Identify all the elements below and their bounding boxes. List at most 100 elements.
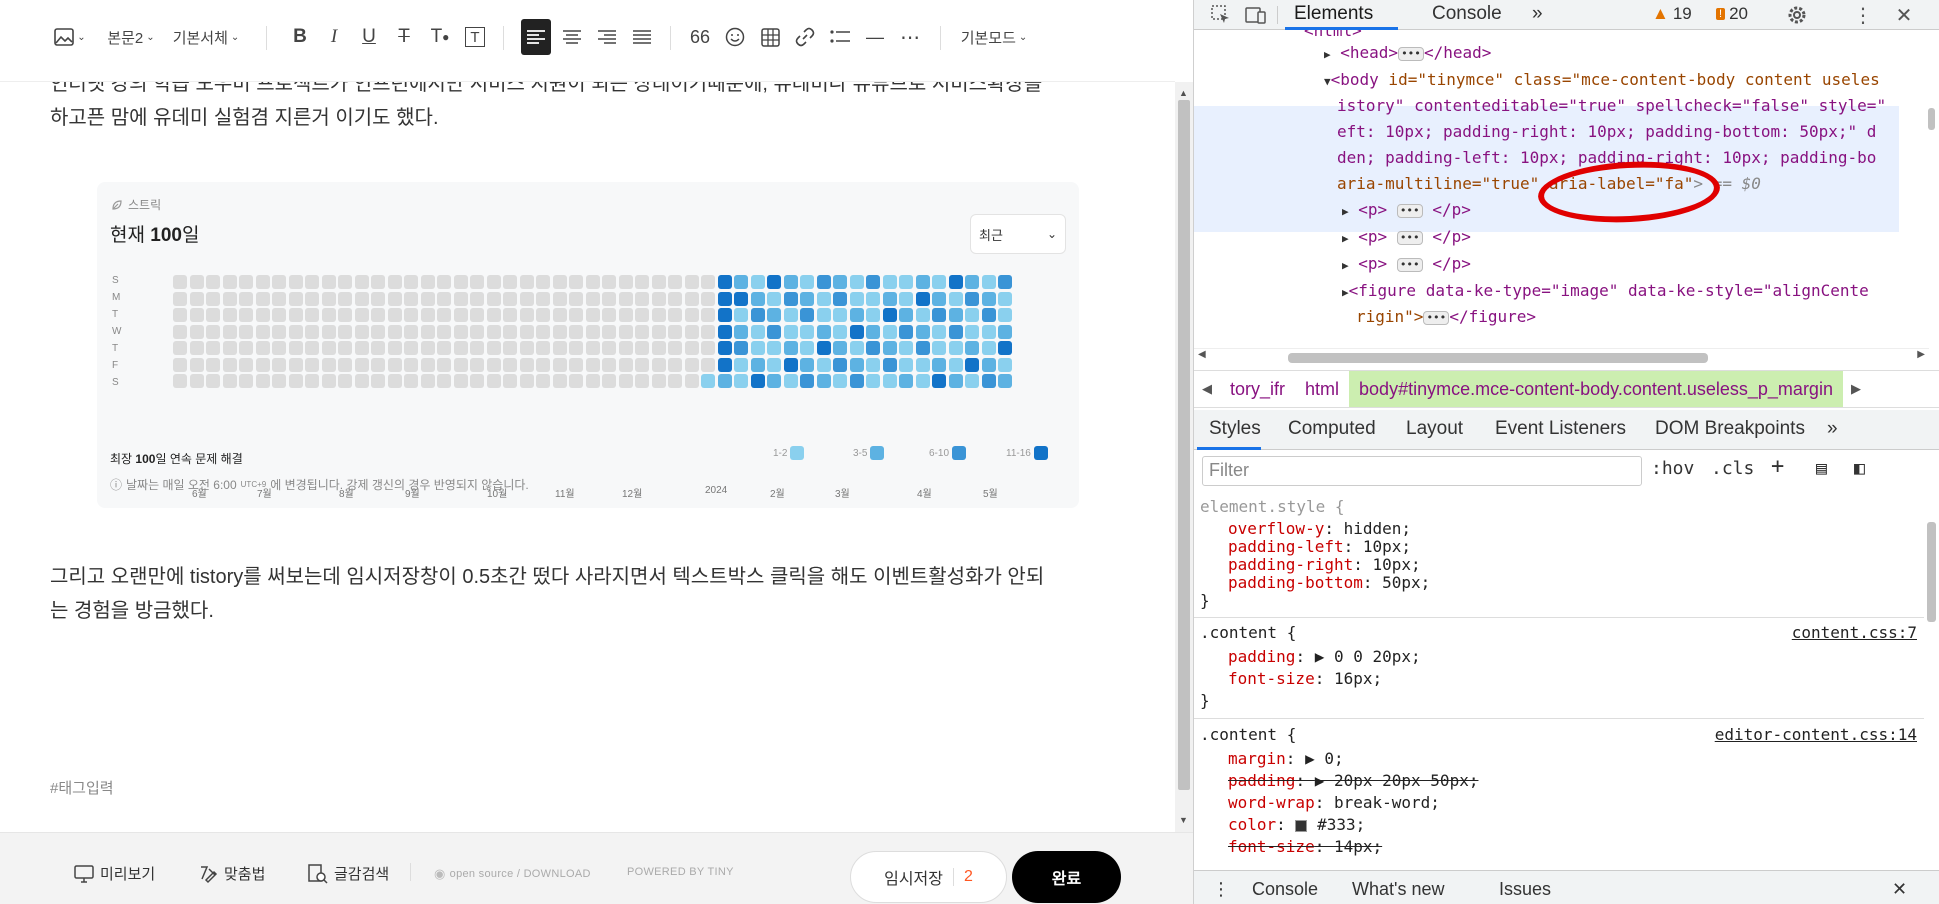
underline-button[interactable]: U	[355, 19, 383, 55]
scroll-up-icon[interactable]: ▲	[1179, 88, 1188, 98]
crumb-item[interactable]: html	[1295, 379, 1349, 400]
dom-node-head[interactable]: ▶ <head> ••• </head>	[1324, 40, 1491, 68]
text-color-button[interactable]: T ●	[425, 19, 455, 55]
more-tabs-icon[interactable]: »	[1532, 3, 1543, 25]
styles-rules[interactable]: element.style { overflow-y: hidden; padd…	[1194, 492, 1929, 870]
more-button[interactable]: ⋯	[895, 19, 925, 55]
css-declaration-overridden[interactable]: font-size: 14px;	[1228, 836, 1382, 858]
crumb-right-icon[interactable]: ▶	[1843, 381, 1869, 397]
streak-cell	[651, 308, 666, 322]
crumb-left-icon[interactable]: ◀	[1194, 381, 1220, 397]
dom-horizontal-scrollbar[interactable]: ◀ ▶	[1194, 348, 1929, 365]
link-button[interactable]	[790, 19, 820, 55]
streak-cell	[206, 324, 220, 339]
image-insert-button[interactable]: ⌄	[50, 19, 90, 55]
streak-cell	[635, 291, 649, 306]
errors-count[interactable]: ! 20	[1716, 4, 1748, 24]
streak-widget-image[interactable]: 스트릭 현재 100일 최근 ⌄ SMTWTFS 6월 7월 8월 9월 10월 11월 12…	[97, 182, 1079, 508]
dom-node-p[interactable]: ▶ <p> ••• </p>	[1342, 251, 1471, 279]
device-toolbar-icon[interactable]	[1243, 2, 1269, 28]
rule-source-link[interactable]: content.css:7	[1792, 622, 1917, 644]
crumb-item-selected[interactable]: body#tinymce.mce-content-body.content.us…	[1349, 371, 1843, 407]
tab-layout[interactable]: Layout	[1406, 418, 1463, 440]
font-family-dropdown[interactable]: 기본서체 ⌄	[170, 19, 242, 55]
dom-tree[interactable]: <html> ▶ <head> ••• </head> ▼<body id="tin…	[1194, 30, 1929, 348]
tab-dom-breakpoints[interactable]: DOM Breakpoints	[1655, 418, 1805, 440]
css-declaration[interactable]: padding: ▶ 0 0 20px;	[1228, 646, 1421, 668]
drawer-tab-console[interactable]: Console	[1252, 879, 1318, 900]
more-tabs-icon[interactable]: »	[1827, 418, 1838, 440]
horizontal-rule-button[interactable]: —	[860, 19, 890, 55]
bold-button[interactable]: B	[286, 19, 314, 55]
inspect-element-icon[interactable]	[1208, 2, 1234, 28]
editor-scrollbar[interactable]: ▲ ▼	[1175, 82, 1193, 832]
dom-vertical-scrollbar[interactable]	[1924, 30, 1939, 348]
scrollbar-thumb[interactable]	[1928, 108, 1935, 130]
tab-elements[interactable]: Elements	[1294, 3, 1373, 25]
background-color-button[interactable]: T	[461, 19, 489, 55]
paragraph-1[interactable]: 인터넷 강의 학습 도우미 프로젝트가 인프런에서만 서비스 지원이 되는 상태…	[50, 82, 1120, 135]
streak-range-select[interactable]: 최근 ⌄	[970, 214, 1066, 254]
tab-computed[interactable]: Computed	[1288, 418, 1376, 440]
drawer-tab-whats-new[interactable]: What's new	[1352, 879, 1444, 900]
tab-console[interactable]: Console	[1432, 3, 1502, 25]
dom-node-p[interactable]: ▶ <p> ••• </p>	[1342, 197, 1471, 225]
settings-gear-icon[interactable]	[1784, 2, 1810, 28]
kebab-menu-icon[interactable]: ⋮	[1212, 879, 1230, 900]
color-swatch-icon[interactable]	[1295, 819, 1308, 832]
rule-source-link[interactable]: editor-content.css:14	[1715, 724, 1917, 746]
editor-content[interactable]: 인터넷 강의 학습 도우미 프로젝트가 인프런에서만 서비스 지원이 되는 상태…	[0, 82, 1175, 832]
quote-button[interactable]: 66	[685, 19, 715, 55]
css-declaration[interactable]: color: #333;	[1228, 814, 1365, 836]
tab-event-listeners[interactable]: Event Listeners	[1495, 418, 1626, 440]
strikethrough-button[interactable]: T	[390, 19, 418, 55]
add-rule-icon[interactable]: +	[1771, 454, 1784, 479]
dom-node-figure[interactable]: ▶<figure data-ke-type="image" data-ke-st…	[1342, 278, 1869, 306]
dom-node-body[interactable]: ▼<body id="tinymce" class="mce-content-b…	[1324, 67, 1880, 95]
tab-styles[interactable]: Styles	[1209, 418, 1261, 440]
close-icon[interactable]: ✕	[1891, 2, 1917, 28]
css-declaration[interactable]: padding-bottom: 50px;	[1228, 572, 1430, 594]
scroll-right-icon[interactable]: ▶	[1917, 349, 1925, 360]
open-source-link[interactable]: ◉ open source / DOWNLOAD	[434, 866, 591, 882]
css-declaration[interactable]: margin: ▶ 0;	[1228, 748, 1344, 770]
toggle-sidebar-icon[interactable]: ◧	[1854, 458, 1865, 479]
list-button[interactable]	[825, 19, 855, 55]
table-button[interactable]	[755, 19, 785, 55]
paragraph-style-dropdown[interactable]: 본문2 ⌄	[102, 19, 160, 55]
spellcheck-button[interactable]: 맞춤법	[198, 863, 265, 884]
crumb-item[interactable]: tory_ifr	[1220, 379, 1295, 400]
css-declaration[interactable]: font-size: 16px;	[1228, 668, 1382, 690]
hov-toggle[interactable]: :hov	[1651, 458, 1694, 479]
paragraph-2[interactable]: 그리고 오랜만에 tistory를 써보는데 임시저장창이 0.5초간 떴다 사…	[50, 560, 1120, 628]
done-button[interactable]: 완료	[1012, 851, 1121, 903]
drawer-tab-issues[interactable]: Issues	[1499, 879, 1551, 900]
styles-filter-input[interactable]: Filter	[1202, 456, 1642, 486]
dom-node-p[interactable]: ▶ <p> ••• </p>	[1342, 224, 1471, 252]
preview-button[interactable]: 미리보기	[74, 863, 155, 884]
scrollbar-thumb[interactable]	[1288, 353, 1708, 363]
align-justify-button[interactable]	[627, 19, 657, 55]
editor-mode-dropdown[interactable]: 기본모드 ⌄	[958, 19, 1030, 55]
warnings-count[interactable]: ▲ 19	[1652, 4, 1692, 24]
align-left-button[interactable]	[521, 19, 551, 55]
emoji-button[interactable]	[720, 19, 750, 55]
styles-scrollbar[interactable]	[1924, 492, 1939, 870]
paint-brush-icon[interactable]: ▤	[1816, 458, 1827, 479]
tag-input[interactable]: #태그입력	[50, 777, 114, 798]
scrollbar-thumb[interactable]	[1178, 100, 1190, 790]
italic-button[interactable]: I	[320, 19, 348, 55]
scroll-left-icon[interactable]: ◀	[1198, 349, 1206, 360]
scrollbar-thumb[interactable]	[1927, 522, 1936, 622]
css-declaration-overridden[interactable]: padding: ▶ 20px 20px 50px;	[1228, 770, 1478, 792]
align-center-button[interactable]	[557, 19, 587, 55]
temp-save-button[interactable]: 임시저장 2	[850, 851, 1007, 903]
streak-cell	[899, 275, 913, 289]
cls-toggle[interactable]: .cls	[1711, 458, 1754, 479]
kebab-menu-icon[interactable]: ⋮	[1850, 2, 1876, 28]
scroll-down-icon[interactable]: ▼	[1179, 815, 1188, 825]
close-icon[interactable]: ✕	[1892, 879, 1907, 900]
align-right-button[interactable]	[592, 19, 622, 55]
material-search-button[interactable]: 글감검색	[308, 863, 389, 884]
css-declaration[interactable]: word-wrap: break-word;	[1228, 792, 1440, 814]
